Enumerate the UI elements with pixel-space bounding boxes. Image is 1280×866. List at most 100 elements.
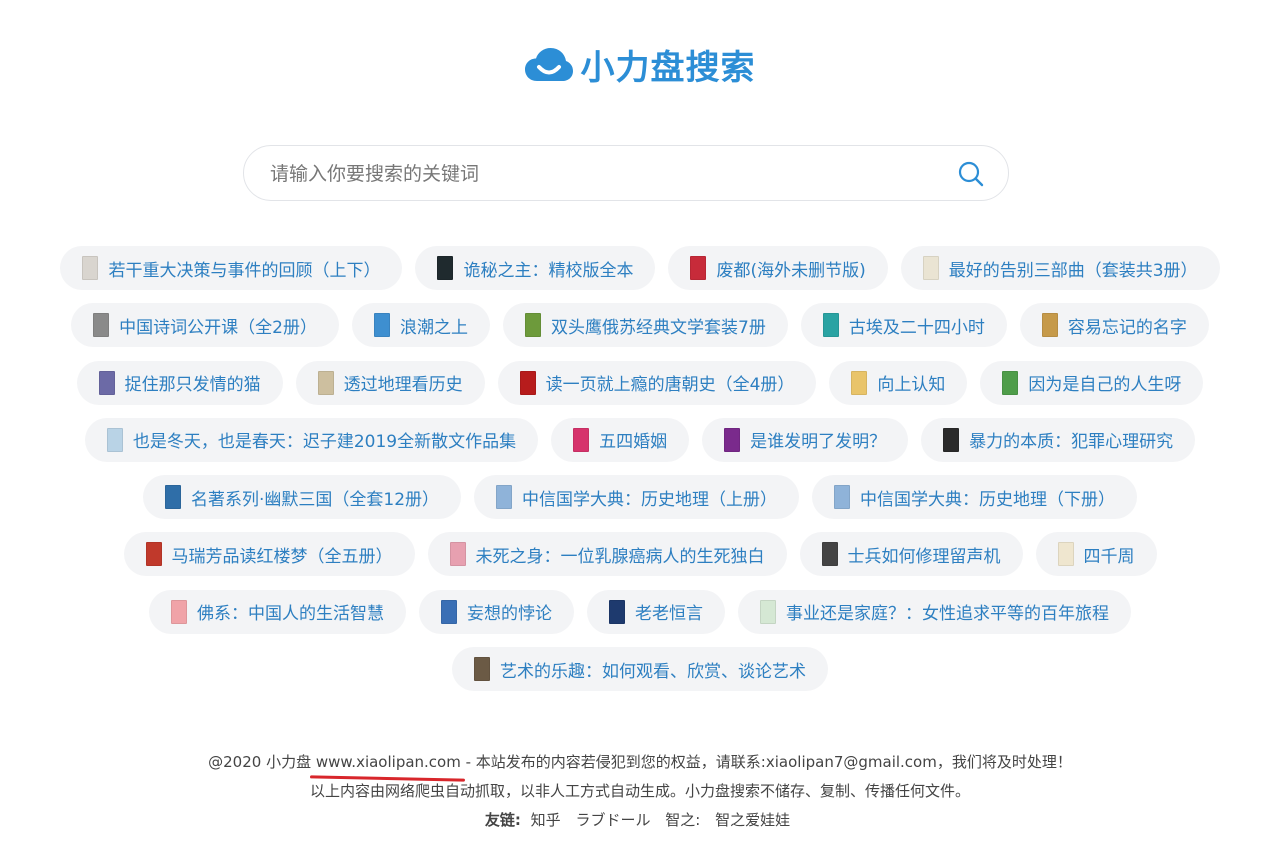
search-icon — [958, 161, 984, 187]
search-tag[interactable]: 中信国学大典：历史地理（上册） — [474, 475, 800, 520]
tag-row: 艺术的乐趣：如何观看、欣赏、谈论艺术 — [452, 647, 828, 692]
search-box — [243, 145, 1009, 201]
tag-row: 捉住那只发情的猫 透过地理看历史 读一页就上瘾的唐朝史（全4册） 向上认知 因为是自己的… — [76, 360, 1204, 405]
search-tag[interactable]: 读一页就上瘾的唐朝史（全4册） — [497, 360, 817, 405]
search-tag-label: 容易忘记的名字 — [1067, 317, 1187, 338]
search-tag-label: 艺术的乐趣：如何观看、欣赏、谈论艺术 — [500, 661, 806, 682]
disclaimer-text: 以上内容由网络爬虫自动抓取，以非人工方式自动生成。小力盘搜索不储存、复制、传播任… — [309, 782, 970, 800]
search-tag-label: 古埃及二十四小时 — [848, 317, 985, 338]
search-tag[interactable]: 向上认知 — [829, 360, 968, 405]
book-cover-thumbnail — [724, 427, 741, 452]
search-tag[interactable]: 四千周 — [1035, 532, 1157, 577]
search-tag[interactable]: 若干重大决策与事件的回顾（上下） — [60, 246, 403, 290]
book-cover-thumbnail — [760, 599, 776, 624]
search-tag-label: 双头鹰俄苏经典文学套装7册 — [551, 317, 766, 338]
search-tag-label: 佛系：中国人的生活智慧 — [197, 604, 384, 625]
book-cover-thumbnail — [851, 370, 868, 395]
search-tag[interactable]: 捉住那只发情的猫 — [76, 360, 283, 405]
search-tag[interactable]: 中信国学大典：历史地理（下册） — [812, 475, 1138, 520]
search-tag[interactable]: 诡秘之主：精校版全本 — [415, 246, 656, 290]
book-cover-thumbnail — [525, 313, 541, 338]
book-cover-thumbnail — [164, 485, 181, 510]
search-tag-label: 也是冬天，也是春天：迟子建2019全新散文作品集 — [132, 432, 517, 453]
footer: @2020 小力盘 www.xiaolipan.com - 本站发布的内容若侵犯… — [0, 748, 1280, 835]
search-tag-label: 事业还是家庭？：女性追求平等的百年旅程 — [786, 604, 1109, 625]
search-tag[interactable]: 中国诗词公开课（全2册） — [71, 303, 339, 348]
search-tag[interactable]: 双头鹰俄苏经典文学套装7册 — [503, 303, 788, 348]
search-tag-label: 读一页就上瘾的唐朝史（全4册） — [545, 375, 795, 396]
tag-row: 也是冬天，也是春天：迟子建2019全新散文作品集 五四婚姻 是谁发明了发明？ 暴力的本… — [84, 417, 1196, 462]
search-tag-label: 若干重大决策与事件的回顾（上下） — [108, 260, 381, 281]
book-cover-thumbnail — [82, 256, 99, 280]
search-tag-label: 士兵如何修理留声机 — [847, 546, 1001, 567]
search-tag[interactable]: 因为是自己的人生呀 — [980, 360, 1204, 405]
search-tag[interactable]: 妄想的悖论 — [419, 589, 574, 634]
book-cover-thumbnail — [374, 313, 390, 338]
book-cover-thumbnail — [437, 256, 454, 280]
search-tag[interactable]: 马瑞芳品读红楼梦（全五册） — [123, 532, 415, 577]
search-tag-label: 浪潮之上 — [400, 317, 468, 338]
friend-link-rabudoru[interactable]: ラブドール — [575, 811, 650, 829]
book-cover-thumbnail — [943, 427, 960, 452]
search-tag-label: 未死之身：一位乳腺癌病人的生死独白 — [475, 546, 765, 567]
book-cover-thumbnail — [496, 485, 513, 510]
search-tag[interactable]: 浪潮之上 — [352, 303, 490, 348]
book-cover-thumbnail — [145, 542, 162, 567]
site-logo[interactable]: 小力盘搜索 — [0, 40, 1280, 89]
search-tag[interactable]: 未死之身：一位乳腺癌病人的生死独白 — [427, 532, 787, 577]
friend-link-zhizhi[interactable]: 智之: — [665, 811, 700, 829]
tag-row: 若干重大决策与事件的回顾（上下） 诡秘之主：精校版全本 废都(海外未删节版) 最好的告… — [60, 246, 1220, 290]
search-tag[interactable]: 老老恒言 — [587, 589, 725, 634]
search-tag[interactable]: 名著系列·幽默三国（全套12册） — [142, 475, 462, 520]
site-domain-link[interactable]: www.xiaolipan.com — [309, 748, 465, 782]
search-tag-label: 四千周 — [1083, 546, 1135, 567]
book-cover-thumbnail — [93, 313, 110, 338]
search-tag-label: 透过地理看历史 — [343, 375, 463, 396]
book-cover-thumbnail — [573, 427, 590, 452]
book-cover-thumbnail — [1002, 370, 1019, 395]
tag-row: 佛系：中国人的生活智慧 妄想的悖论 老老恒言 事业还是家庭？：女性追求平等的百年旅程 — [149, 589, 1131, 634]
book-cover-thumbnail — [1057, 542, 1074, 567]
cloud-logo-icon — [524, 47, 573, 81]
search-tag[interactable]: 容易忘记的名字 — [1019, 303, 1209, 348]
search-tag-label: 废都(海外未删节版) — [716, 260, 866, 281]
book-cover-thumbnail — [609, 599, 625, 624]
friend-link-zhizhi-doll[interactable]: 智之爱娃娃 — [715, 811, 790, 829]
search-tag[interactable]: 废都(海外未删节版) — [668, 246, 888, 290]
book-cover-thumbnail — [690, 256, 707, 280]
search-tag[interactable]: 最好的告别三部曲（套装共3册） — [900, 246, 1220, 290]
book-cover-thumbnail — [821, 542, 838, 567]
search-tag-label: 马瑞芳品读红楼梦（全五册） — [171, 546, 393, 567]
search-tag-label: 最好的告别三部曲（套装共3册） — [948, 260, 1198, 281]
search-tag[interactable]: 事业还是家庭？：女性追求平等的百年旅程 — [738, 589, 1131, 634]
search-tag[interactable]: 暴力的本质：犯罪心理研究 — [921, 417, 1196, 462]
book-cover-thumbnail — [519, 370, 536, 395]
tag-row: 中国诗词公开课（全2册） 浪潮之上 双头鹰俄苏经典文学套装7册 古埃及二十四小时 容易忘… — [71, 303, 1209, 348]
search-tag[interactable]: 艺术的乐趣：如何观看、欣赏、谈论艺术 — [452, 647, 828, 692]
tag-row: 马瑞芳品读红楼梦（全五册） 未死之身：一位乳腺癌病人的生死独白 士兵如何修理留声机 四… — [123, 532, 1157, 577]
search-tag[interactable]: 透过地理看历史 — [295, 360, 485, 405]
search-tag[interactable]: 是谁发明了发明？ — [702, 417, 909, 462]
book-cover-thumbnail — [474, 657, 490, 682]
footer-line-1: @2020 小力盘 www.xiaolipan.com - 本站发布的内容若侵犯… — [0, 748, 1280, 782]
search-tag-label: 中信国学大典：历史地理（上册） — [522, 489, 778, 510]
search-tag-label: 名著系列·幽默三国（全套12册） — [190, 489, 440, 510]
search-input[interactable] — [268, 156, 952, 192]
search-tag[interactable]: 五四婚姻 — [551, 417, 690, 462]
book-cover-thumbnail — [317, 370, 334, 395]
copyright-text: @2020 小力盘 — [208, 753, 312, 771]
search-tag-label: 诡秘之主：精校版全本 — [463, 260, 634, 281]
search-tag-label: 五四婚姻 — [599, 432, 668, 453]
logo-text: 小力盘搜索 — [580, 48, 756, 88]
friend-link-zhihu[interactable]: 知乎 — [531, 811, 561, 829]
search-button[interactable] — [958, 161, 984, 187]
search-tag[interactable]: 也是冬天，也是春天：迟子建2019全新散文作品集 — [84, 417, 539, 462]
search-tag-label: 老老恒言 — [635, 604, 703, 625]
book-cover-thumbnail — [1041, 313, 1058, 338]
search-tag[interactable]: 古埃及二十四小时 — [800, 303, 1007, 348]
search-tag[interactable]: 佛系：中国人的生活智慧 — [149, 589, 406, 634]
search-tag[interactable]: 士兵如何修理留声机 — [799, 532, 1023, 577]
book-cover-thumbnail — [922, 256, 939, 280]
search-tag-label: 向上认知 — [877, 375, 946, 396]
search-tag-label: 捉住那只发情的猫 — [124, 375, 261, 396]
